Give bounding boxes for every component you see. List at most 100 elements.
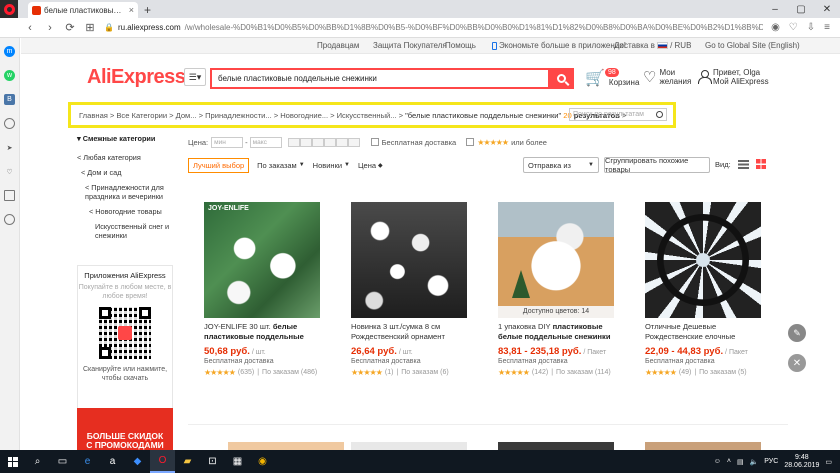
dropbox-icon[interactable]: ◆	[125, 450, 150, 473]
tab-close-icon[interactable]: ×	[129, 5, 134, 15]
reload-button[interactable]: ⟳	[64, 21, 76, 34]
crumb-all-categories[interactable]: Все Категории	[116, 111, 167, 120]
price-max-input[interactable]: макс	[249, 136, 282, 148]
price-bar[interactable]	[287, 137, 300, 147]
clock[interactable]: 9:48 28.06.2019	[784, 454, 819, 470]
search-within-icon[interactable]	[656, 111, 663, 118]
network-icon[interactable]: ▤	[737, 458, 744, 466]
send-icon[interactable]: ➤	[4, 142, 15, 153]
price-bar[interactable]	[347, 137, 360, 147]
orders-count[interactable]: По заказам (114)	[556, 369, 611, 376]
close-floating-button[interactable]: ✕	[788, 354, 806, 372]
price-bar[interactable]	[323, 137, 336, 147]
back-button[interactable]: ‹	[24, 22, 36, 34]
group-similar-button[interactable]: Сгруппировать похожие товары	[604, 156, 710, 174]
calculator-icon[interactable]: ▦	[225, 450, 250, 473]
product-card[interactable]: JOY-ENLIFE JOY-ENLIFE 30 шт. белые пласт…	[204, 202, 332, 377]
ship-from-select[interactable]: Отправка из ▼	[523, 157, 599, 173]
product-image-next-row[interactable]	[645, 442, 761, 450]
product-card[interactable]: Доступно цветов: 14 1 упаковка DIY пласт…	[498, 202, 626, 377]
grid-view-icon[interactable]	[755, 159, 766, 169]
notifications-icon[interactable]: ▭	[825, 458, 832, 466]
review-count[interactable]: (635)	[238, 369, 254, 376]
tray-chevron-icon[interactable]: ˄	[727, 458, 731, 465]
account-link[interactable]: Привет, Olga Мой AliExpress	[698, 68, 769, 86]
start-button[interactable]	[0, 450, 25, 473]
product-image[interactable]	[645, 202, 761, 318]
amazon-icon[interactable]: a	[100, 450, 125, 473]
download-icon[interactable]: ⇩	[807, 22, 815, 33]
rating-checkbox[interactable]	[466, 138, 475, 146]
crumb-home-garden[interactable]: Дом...	[176, 111, 197, 120]
category-party-supplies[interactable]: < Принадлежности для праздника и вечерин…	[77, 183, 173, 201]
related-categories-heading[interactable]: ▾ Смежные категории	[77, 134, 173, 143]
explorer-icon[interactable]: ▰	[175, 450, 200, 473]
maximize-button[interactable]: ▢	[788, 0, 814, 18]
search-button[interactable]	[548, 68, 574, 89]
category-any[interactable]: < Любая категория	[77, 153, 173, 162]
aliexpress-logo[interactable]: AliExpress	[87, 66, 186, 89]
tabs-grid-button[interactable]: ⊞	[84, 21, 96, 34]
url-field[interactable]: 🔒 ru.aliexpress.com/w/wholesale-%D0%B1%D…	[104, 20, 763, 36]
search-within-results-input[interactable]: Поиск по результатам	[569, 108, 667, 121]
opera-taskbar-icon[interactable]: O	[150, 450, 175, 473]
product-title[interactable]: Новинка 3 шт./сумка 8 см Рождественский …	[351, 322, 479, 341]
crumb-artificial-snow[interactable]: Искусственный...	[337, 111, 397, 120]
orders-count[interactable]: По заказам (5)	[699, 369, 746, 376]
price-min-input[interactable]: мин	[211, 136, 244, 148]
task-view-icon[interactable]: ▭	[50, 450, 75, 473]
crumb-party-supplies[interactable]: Принадлежности...	[205, 111, 272, 120]
help-link[interactable]: Помощь	[445, 38, 476, 54]
sort-newest[interactable]: Новинки ▼	[313, 161, 350, 170]
product-image[interactable]	[351, 202, 467, 318]
category-menu-button[interactable]: ☰▾	[184, 68, 206, 86]
product-image[interactable]: JOY-ENLIFE	[204, 202, 320, 318]
vk-icon[interactable]: B	[4, 94, 15, 105]
browser-tab-active[interactable]: белые пластиковые поддельн ×	[28, 2, 138, 18]
review-count[interactable]: (142)	[532, 369, 548, 376]
buyer-protection-link[interactable]: Защита Покупателя	[373, 38, 447, 54]
sort-best-match[interactable]: Лучший выбор	[188, 157, 250, 173]
store-icon[interactable]: ⊡	[200, 450, 225, 473]
close-window-button[interactable]: ✕	[814, 0, 840, 18]
product-card[interactable]: Отличные Дешевые Рождественские елочные …	[645, 202, 773, 377]
promo-banner[interactable]: БОЛЬШЕ СКИДОК С ПРОМОКОДАМИ	[77, 408, 173, 450]
list-view-icon[interactable]	[737, 159, 749, 169]
news-icon[interactable]	[4, 190, 15, 201]
price-bar[interactable]	[299, 137, 312, 147]
product-title[interactable]: Отличные Дешевые Рождественские елочные	[645, 322, 773, 341]
people-icon[interactable]: ☺	[714, 458, 721, 465]
minimize-button[interactable]: –	[762, 0, 788, 18]
sidebar-search-icon[interactable]	[4, 118, 15, 129]
product-image-next-row[interactable]	[228, 442, 344, 450]
heart-icon[interactable]: ♡	[789, 22, 798, 33]
global-site-link[interactable]: Go to Global Site (English)	[705, 38, 800, 54]
category-home-garden[interactable]: < Дом и сад	[77, 168, 173, 177]
sort-by-orders[interactable]: По заказам ▼	[257, 161, 305, 170]
qr-code[interactable]	[99, 307, 151, 359]
opera-menu-icon[interactable]	[0, 0, 18, 18]
price-bar[interactable]	[311, 137, 324, 147]
orders-count[interactable]: По заказам (6)	[401, 369, 448, 376]
menu-icon[interactable]: ≡	[824, 22, 830, 33]
price-bar[interactable]	[335, 137, 348, 147]
history-icon[interactable]	[4, 214, 15, 225]
language-indicator[interactable]: РУС	[764, 458, 778, 465]
wishlist-link[interactable]: ♡ Мои желания	[643, 68, 691, 86]
search-input[interactable]: белые пластиковые поддельные снежинки	[210, 68, 548, 89]
review-count[interactable]: (1)	[385, 369, 394, 376]
product-title[interactable]: 1 упаковка DIY пластиковые белые поддель…	[498, 322, 626, 341]
new-tab-button[interactable]: +	[144, 2, 151, 18]
messenger-icon[interactable]: m	[4, 46, 15, 57]
product-image[interactable]: Доступно цветов: 14	[498, 202, 614, 318]
crumb-home[interactable]: Главная	[79, 111, 108, 120]
app-promo-link[interactable]: Экономьте больше в приложении!	[492, 38, 626, 54]
forward-button[interactable]: ›	[44, 22, 56, 34]
product-title[interactable]: JOY-ENLIFE 30 шт. белые пластиковые подд…	[204, 322, 332, 341]
edge-icon[interactable]: e	[75, 450, 100, 473]
camera-icon[interactable]: ◉	[771, 22, 780, 33]
orders-count[interactable]: По заказам (486)	[262, 369, 317, 376]
chrome-icon[interactable]: ◉	[250, 450, 275, 473]
taskbar-search-icon[interactable]: ⌕	[25, 450, 50, 473]
bookmarks-heart-icon[interactable]: ♡	[4, 166, 15, 177]
